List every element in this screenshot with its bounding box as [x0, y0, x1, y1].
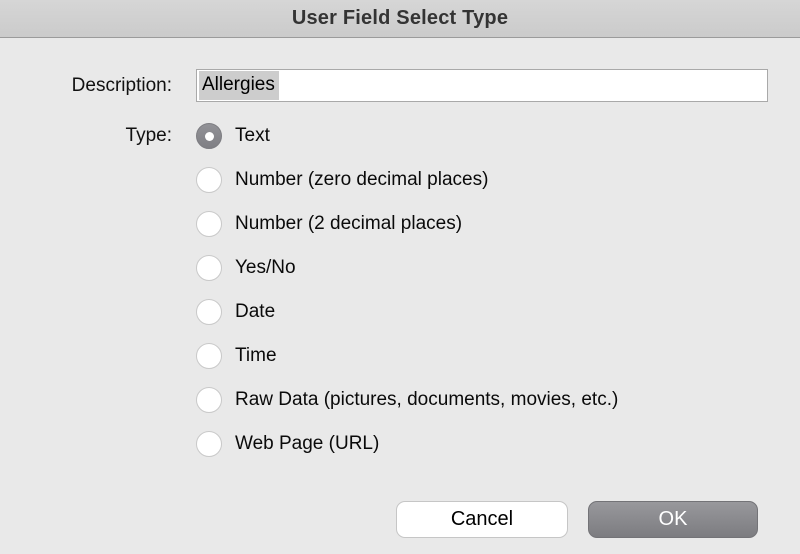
radio-option-number-two-decimal[interactable]: Number (2 decimal places) — [196, 202, 618, 246]
radio-option-text[interactable]: Text — [196, 114, 618, 158]
radio-button[interactable] — [196, 255, 222, 281]
radio-option-label: Time — [235, 345, 277, 367]
radio-button[interactable] — [196, 387, 222, 413]
radio-option-label: Number (zero decimal places) — [235, 169, 488, 191]
radio-option-label: Yes/No — [235, 257, 296, 279]
radio-option-yes-no[interactable]: Yes/No — [196, 246, 618, 290]
radio-button[interactable] — [196, 211, 222, 237]
radio-button[interactable] — [196, 299, 222, 325]
radio-option-web-page[interactable]: Web Page (URL) — [196, 422, 618, 466]
dialog-title: User Field Select Type — [292, 7, 508, 30]
description-input[interactable]: Allergies — [196, 69, 768, 102]
radio-option-date[interactable]: Date — [196, 290, 618, 334]
radio-option-label: Raw Data (pictures, documents, movies, e… — [235, 389, 618, 411]
radio-option-label: Date — [235, 301, 275, 323]
radio-button-selected[interactable] — [196, 123, 222, 149]
radio-option-raw-data[interactable]: Raw Data (pictures, documents, movies, e… — [196, 378, 618, 422]
description-label: Description: — [0, 69, 172, 102]
radio-button[interactable] — [196, 431, 222, 457]
radio-option-number-zero-decimal[interactable]: Number (zero decimal places) — [196, 158, 618, 202]
user-field-select-type-dialog: User Field Select Type Description: Alle… — [0, 0, 800, 554]
type-label: Type: — [0, 123, 172, 149]
radio-option-label: Web Page (URL) — [235, 433, 379, 455]
cancel-button[interactable]: Cancel — [396, 501, 568, 538]
dialog-titlebar: User Field Select Type — [0, 0, 800, 38]
radio-option-label: Text — [235, 125, 270, 147]
radio-option-label: Number (2 decimal places) — [235, 213, 462, 235]
radio-option-time[interactable]: Time — [196, 334, 618, 378]
radio-button[interactable] — [196, 343, 222, 369]
radio-button[interactable] — [196, 167, 222, 193]
type-radio-group: Text Number (zero decimal places) Number… — [196, 114, 618, 466]
description-input-selected-text: Allergies — [199, 71, 279, 100]
ok-button[interactable]: OK — [588, 501, 758, 538]
